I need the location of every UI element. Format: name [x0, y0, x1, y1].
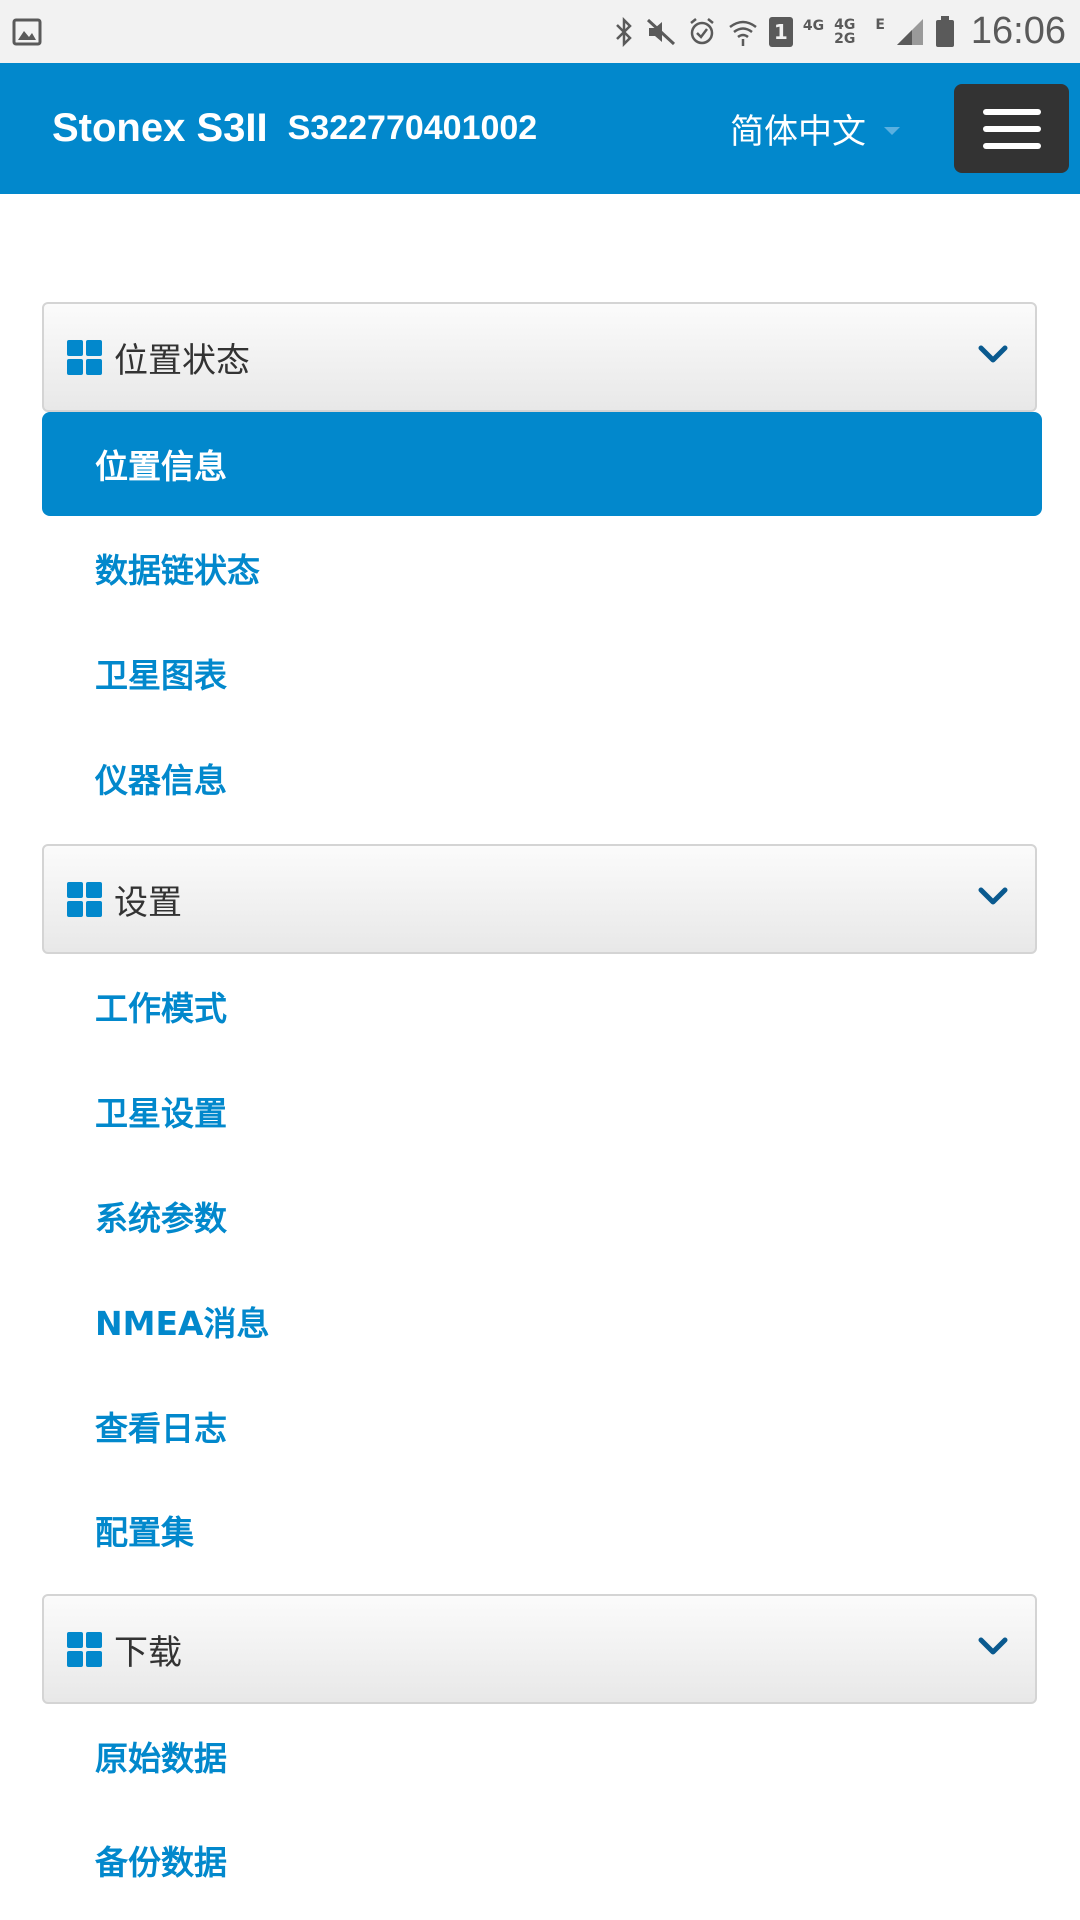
- network-4g-label: 4G: [802, 17, 825, 34]
- status-bar: 1 4G 4G 2G E 16:06: [0, 0, 1080, 63]
- network-e-label: E: [875, 16, 885, 33]
- language-label: 简体中文: [730, 112, 866, 152]
- menu-item-nmea-messages[interactable]: NMEA消息: [42, 1269, 1042, 1373]
- section-title: 位置状态: [114, 340, 250, 381]
- hamburger-icon: [982, 108, 1041, 115]
- caret-down-icon: [884, 126, 900, 135]
- grid-icon: [67, 1632, 102, 1667]
- menu-toggle-button[interactable]: [954, 84, 1069, 173]
- chevron-down-icon: [978, 1637, 1008, 1655]
- brand[interactable]: Stonex S3II S322770401002: [52, 63, 537, 194]
- menu-item-satellite-chart[interactable]: 卫星图表: [42, 621, 1042, 725]
- brand-name: Stonex S3II: [52, 106, 268, 150]
- bluetooth-icon: [613, 16, 635, 47]
- chevron-down-icon: [978, 345, 1008, 363]
- menu-item-config-set[interactable]: 配置集: [42, 1478, 1042, 1582]
- signal-icon: [895, 17, 925, 47]
- menu-item-position-info[interactable]: 位置信息: [42, 412, 1042, 516]
- menu-item-satellite-settings[interactable]: 卫星设置: [42, 1059, 1042, 1163]
- gallery-icon: [12, 17, 42, 47]
- app-header: Stonex S3II S322770401002 简体中文: [0, 63, 1080, 194]
- grid-icon: [67, 340, 102, 375]
- device-serial: S322770401002: [287, 109, 538, 147]
- chevron-down-icon: [978, 887, 1008, 905]
- section-header-download[interactable]: 下载: [42, 1594, 1037, 1704]
- alarm-icon: [687, 17, 717, 47]
- menu-item-raw-data[interactable]: 原始数据: [42, 1704, 1042, 1808]
- sim-badge: 1: [773, 19, 788, 44]
- section-header-settings[interactable]: 设置: [42, 844, 1037, 954]
- wifi-icon: [727, 17, 759, 47]
- language-dropdown[interactable]: 简体中文: [730, 63, 900, 194]
- mute-icon: [645, 17, 677, 47]
- clock: 16:06: [970, 10, 1066, 52]
- battery-icon: [935, 15, 955, 48]
- menu-item-view-log[interactable]: 查看日志: [42, 1374, 1042, 1478]
- section-header-position-status[interactable]: 位置状态: [42, 302, 1037, 412]
- dual-network-icon: 4G 2G: [834, 18, 855, 46]
- menu-item-datalink-status[interactable]: 数据链状态: [42, 516, 1042, 620]
- sim-icon: 1: [768, 16, 793, 47]
- menu-item-work-mode[interactable]: 工作模式: [42, 954, 1042, 1058]
- network-2g-label: 2G: [834, 30, 856, 47]
- menu-item-instrument-info[interactable]: 仪器信息: [42, 726, 1042, 830]
- menu-item-system-params[interactable]: 系统参数: [42, 1164, 1042, 1268]
- menu-item-backup-data[interactable]: 备份数据: [42, 1808, 1042, 1912]
- network-4g-top-label: 4G: [834, 16, 856, 33]
- section-title: 下载: [114, 1632, 182, 1673]
- section-title: 设置: [114, 882, 182, 923]
- grid-icon: [67, 882, 102, 917]
